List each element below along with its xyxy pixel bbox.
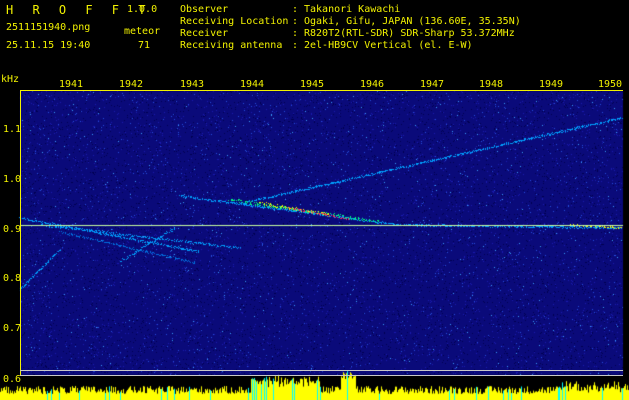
info-sep-antenna: : [292, 40, 299, 51]
info-sep-observer: : [292, 4, 299, 15]
x-tick-label: 1946 [360, 79, 385, 90]
datetime-label: 25.11.15 19:40 [6, 40, 91, 51]
lower-reference-line-1 [20, 370, 623, 371]
meteor-label: meteor [124, 26, 161, 37]
info-label-antenna: Receiving antenna [180, 40, 283, 51]
app-version: 1.0.0 [127, 4, 158, 15]
y-tick-label: 0.7 [3, 323, 22, 334]
y-tick-label: 0.8 [3, 273, 22, 284]
info-value-antenna: 2el-HB9CV Vertical (el. E-W) [304, 40, 473, 51]
x-tick-label: 1948 [479, 79, 504, 90]
meteor-count: 71 [138, 40, 151, 51]
info-value-observer: Takanori Kawachi [304, 4, 401, 15]
x-tick-label: 1945 [300, 79, 325, 90]
x-tick-label: 1941 [59, 79, 84, 90]
lower-reference-line-2 [20, 375, 623, 376]
y-tick-label: 0.6 [3, 374, 22, 385]
hrofft-window: H R O F F T 1.0.0 2511151940.png 25.11.1… [0, 0, 629, 400]
info-value-receiver: R820T2(RTL-SDR) SDR-Sharp 53.372MHz [304, 28, 515, 39]
spectrogram-canvas [0, 0, 629, 400]
info-label-location: Receiving Location [180, 16, 289, 27]
y-tick-label: 0.9 [3, 224, 22, 235]
x-tick-label: 1950 [598, 79, 623, 90]
x-tick-label: 1947 [420, 79, 445, 90]
info-sep-receiver: : [292, 28, 299, 39]
top-axis-line [20, 90, 623, 91]
info-value-location: Ogaki, Gifu, JAPAN (136.60E, 35.35N) [304, 16, 521, 27]
x-tick-label: 1943 [180, 79, 205, 90]
info-sep-location: : [292, 16, 299, 27]
info-label-observer: Observer [180, 4, 229, 15]
filename-label: 2511151940.png [6, 22, 91, 33]
x-tick-label: 1942 [119, 79, 144, 90]
y-tick-label: 1.1 [3, 124, 22, 135]
x-tick-label: 1949 [539, 79, 564, 90]
x-tick-label: 1944 [240, 79, 265, 90]
y-tick-label: 1.0 [3, 174, 22, 185]
info-label-receiver: Receiver [180, 28, 229, 39]
y-axis-unit: kHz [1, 74, 20, 85]
